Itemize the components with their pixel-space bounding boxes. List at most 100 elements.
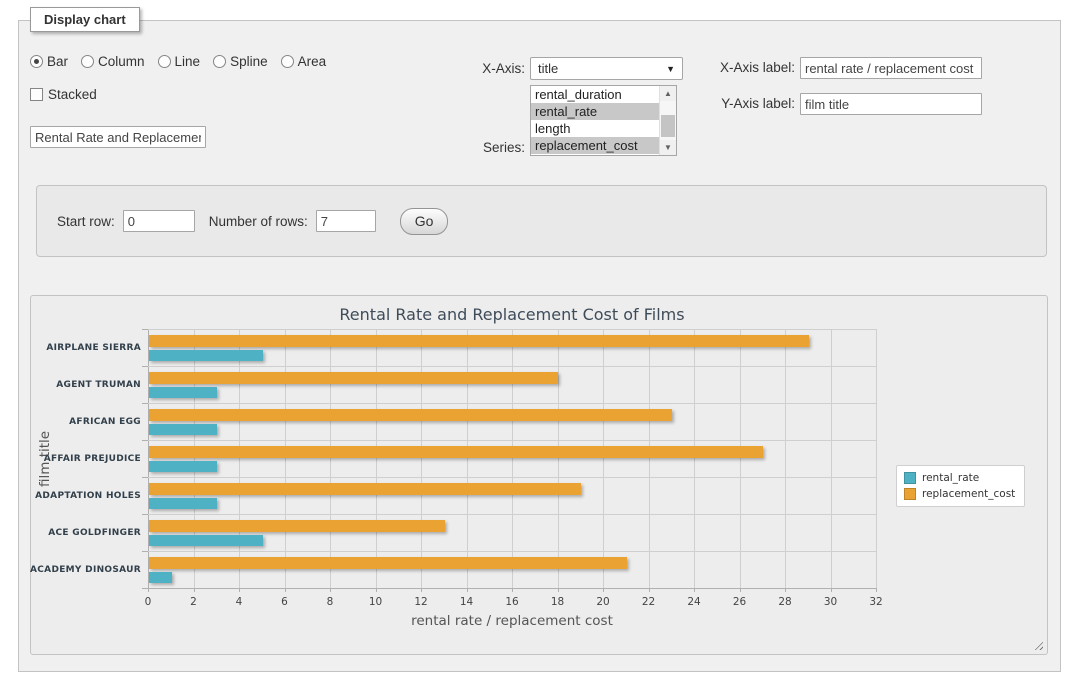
bar-replacement_cost-adaptation-holes bbox=[149, 483, 581, 495]
go-button[interactable]: Go bbox=[400, 208, 449, 235]
bar-rental_rate-african-egg bbox=[149, 424, 217, 435]
chart-title-input[interactable] bbox=[30, 126, 206, 148]
legend-item-rental_rate[interactable]: rental_rate bbox=[904, 472, 1015, 484]
x-axis-label-input[interactable] bbox=[800, 57, 982, 79]
axis-tick bbox=[876, 588, 877, 592]
x-tick-label: 0 bbox=[131, 596, 165, 608]
chart-plot-area bbox=[148, 329, 876, 588]
row-controls-panel: Start row: Number of rows: Go bbox=[36, 185, 1047, 257]
series-option-length[interactable]: length bbox=[531, 120, 659, 137]
gridline-y bbox=[148, 551, 876, 552]
radio-button[interactable] bbox=[213, 55, 226, 68]
x-tick-label: 8 bbox=[313, 596, 347, 608]
x-tick-label: 20 bbox=[586, 596, 620, 608]
gridline-x-4 bbox=[239, 329, 240, 588]
gridline-x-2 bbox=[194, 329, 195, 588]
category-tick bbox=[142, 440, 148, 441]
gridline-x-20 bbox=[603, 329, 604, 588]
gridline-x-12 bbox=[421, 329, 422, 588]
x-tick-label: 2 bbox=[177, 596, 211, 608]
gridline-y bbox=[148, 329, 876, 330]
series-option-rental_duration[interactable]: rental_duration bbox=[531, 86, 659, 103]
legend-label: replacement_cost bbox=[922, 488, 1015, 500]
category-tick bbox=[142, 551, 148, 552]
number-of-rows-input[interactable] bbox=[316, 210, 376, 232]
bar-rental_rate-adaptation-holes bbox=[149, 498, 217, 509]
x-tick-label: 14 bbox=[450, 596, 484, 608]
category-label: AGENT TRUMAN bbox=[31, 366, 141, 403]
gridline-y bbox=[148, 440, 876, 441]
radio-label: Bar bbox=[47, 54, 68, 69]
radio-area[interactable]: Area bbox=[281, 54, 327, 69]
series-options: rental_durationrental_ratelengthreplacem… bbox=[531, 86, 659, 155]
legend-item-replacement_cost[interactable]: replacement_cost bbox=[904, 488, 1015, 500]
category-label: AFRICAN EGG bbox=[31, 403, 141, 440]
gridline-x-0 bbox=[148, 329, 149, 588]
x-tick-label: 22 bbox=[632, 596, 666, 608]
x-axis-select-label: X-Axis: bbox=[399, 61, 525, 76]
series-option-rental_rate[interactable]: rental_rate bbox=[531, 103, 659, 120]
x-tick-label: 24 bbox=[677, 596, 711, 608]
gridline-x-8 bbox=[330, 329, 331, 588]
bar-replacement_cost-ace-goldfinger bbox=[149, 520, 445, 532]
category-label: ACADEMY DINOSAUR bbox=[31, 551, 141, 588]
start-row-input[interactable] bbox=[123, 210, 195, 232]
series-listbox[interactable]: rental_durationrental_ratelengthreplacem… bbox=[530, 85, 677, 156]
bar-replacement_cost-airplane-sierra bbox=[149, 335, 809, 347]
stacked-label: Stacked bbox=[48, 87, 97, 102]
bar-replacement_cost-african-egg bbox=[149, 409, 672, 421]
gridline-y bbox=[148, 588, 876, 589]
chart-x-axis-title: rental rate / replacement cost bbox=[148, 613, 876, 629]
x-axis-label-label: X-Axis label: bbox=[669, 60, 795, 75]
category-tick bbox=[142, 588, 148, 589]
scroll-down-icon[interactable]: ▼ bbox=[660, 140, 676, 155]
category-label: ADAPTATION HOLES bbox=[31, 477, 141, 514]
radio-column[interactable]: Column bbox=[81, 54, 145, 69]
bar-rental_rate-agent-truman bbox=[149, 387, 217, 398]
gridline-x-18 bbox=[558, 329, 559, 588]
y-axis-label-input[interactable] bbox=[800, 93, 982, 115]
gridline-x-6 bbox=[285, 329, 286, 588]
stacked-checkbox[interactable] bbox=[30, 88, 43, 101]
x-tick-label: 26 bbox=[723, 596, 757, 608]
radio-button[interactable] bbox=[81, 55, 94, 68]
resize-handle-icon[interactable] bbox=[1032, 639, 1043, 650]
bar-replacement_cost-affair-prejudice bbox=[149, 446, 763, 458]
x-tick-label: 10 bbox=[359, 596, 393, 608]
radio-button[interactable] bbox=[281, 55, 294, 68]
gridline-x-14 bbox=[467, 329, 468, 588]
bar-rental_rate-affair-prejudice bbox=[149, 461, 217, 472]
x-tick-label: 12 bbox=[404, 596, 438, 608]
radio-label: Column bbox=[98, 54, 145, 69]
x-axis-select[interactable]: title ▼ bbox=[530, 57, 683, 80]
radio-button[interactable] bbox=[158, 55, 171, 68]
legend-swatch bbox=[904, 488, 916, 500]
number-of-rows-label: Number of rows: bbox=[209, 214, 308, 229]
gridline-x-26 bbox=[740, 329, 741, 588]
radio-spline[interactable]: Spline bbox=[213, 54, 268, 69]
radio-bar[interactable]: Bar bbox=[30, 54, 68, 69]
bar-replacement_cost-academy-dinosaur bbox=[149, 557, 627, 569]
gridline-x-32 bbox=[876, 329, 877, 588]
series-list-label: Series: bbox=[399, 140, 525, 155]
stacked-checkbox-row[interactable]: Stacked bbox=[30, 87, 97, 102]
legend-swatch bbox=[904, 472, 916, 484]
x-tick-label: 4 bbox=[222, 596, 256, 608]
radio-label: Area bbox=[298, 54, 327, 69]
chart-title: Rental Rate and Replacement Cost of Film… bbox=[148, 305, 876, 324]
bar-replacement_cost-agent-truman bbox=[149, 372, 558, 384]
scrollbar-thumb[interactable] bbox=[661, 115, 675, 137]
radio-line[interactable]: Line bbox=[158, 54, 201, 69]
bar-rental_rate-ace-goldfinger bbox=[149, 535, 263, 546]
bar-rental_rate-academy-dinosaur bbox=[149, 572, 172, 583]
gridline-y bbox=[148, 366, 876, 367]
x-tick-label: 6 bbox=[268, 596, 302, 608]
category-tick bbox=[142, 366, 148, 367]
x-tick-label: 28 bbox=[768, 596, 802, 608]
category-label: ACE GOLDFINGER bbox=[31, 514, 141, 551]
category-label: AFFAIR PREJUDICE bbox=[31, 440, 141, 477]
radio-button[interactable] bbox=[30, 55, 43, 68]
series-option-replacement_cost[interactable]: replacement_cost bbox=[531, 137, 659, 154]
chart-container: Rental Rate and Replacement Cost of Film… bbox=[30, 295, 1048, 655]
x-tick-label: 18 bbox=[541, 596, 575, 608]
